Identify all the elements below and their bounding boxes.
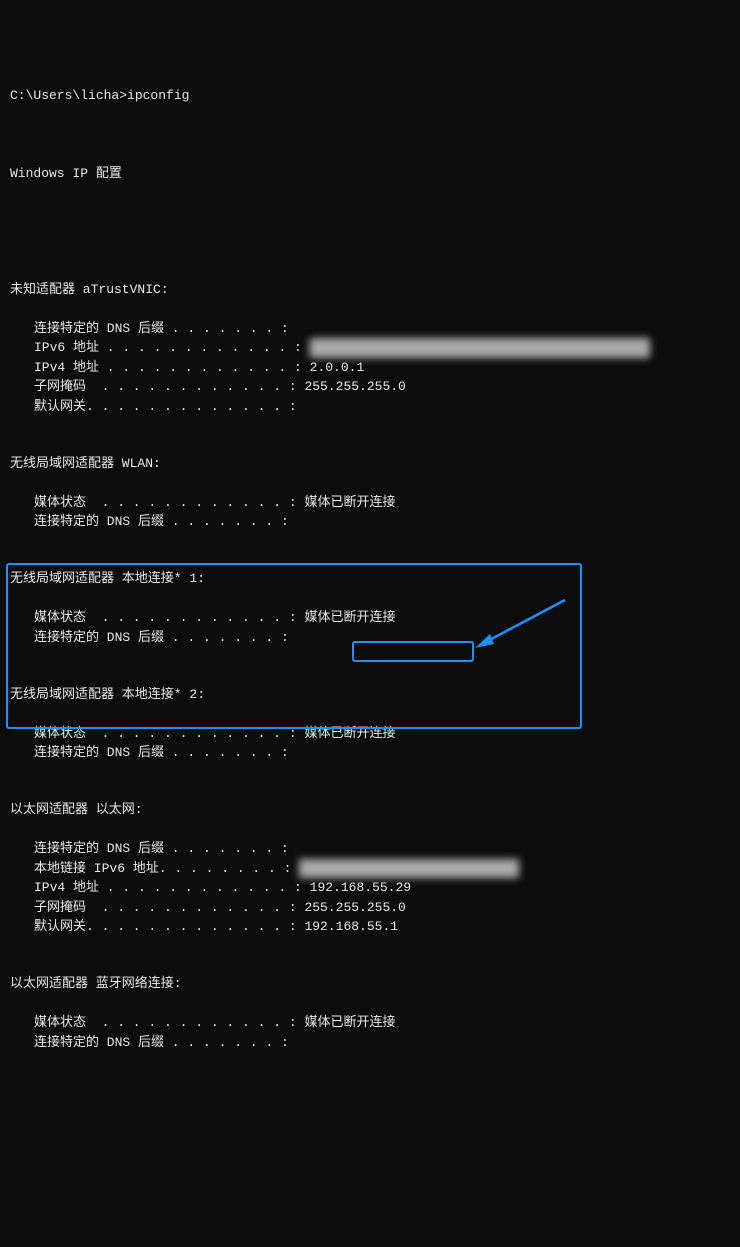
redacted-value: ████ [310,338,650,358]
row-label: 媒体状态 . . . . . . . . . . . . : [34,495,304,510]
adapter-row: 连接特定的 DNS 后缀 . . . . . . . : [10,1033,730,1053]
adapter-row: 媒体状态 . . . . . . . . . . . . : 媒体已断开连接 [10,1013,730,1033]
adapter-row: 默认网关. . . . . . . . . . . . . : 192.168.… [10,917,730,937]
row-value: 媒体已断开连接 [304,726,395,741]
ipconfig-header: Windows IP 配置 [10,164,730,184]
row-label: 媒体状态 . . . . . . . . . . . . : [34,610,304,625]
adapter-row: 连接特定的 DNS 后缀 . . . . . . . : [10,743,730,763]
row-label: IPv4 地址 . . . . . . . . . . . . : [34,360,310,375]
adapters-output: 未知适配器 aTrustVNIC: 连接特定的 DNS 后缀 . . . . . … [10,280,730,1053]
row-label: 默认网关. . . . . . . . . . . . . : [34,399,304,414]
row-label: 连接特定的 DNS 后缀 . . . . . . . : [34,1035,297,1050]
adapter-row: 媒体状态 . . . . . . . . . . . . : 媒体已断开连接 [10,493,730,513]
adapter-row: 媒体状态 . . . . . . . . . . . . : 媒体已断开连接 [10,608,730,628]
row-label: 连接特定的 DNS 后缀 . . . . . . . : [34,841,297,856]
row-label: 连接特定的 DNS 后缀 . . . . . . . : [34,745,297,760]
row-value: 192.168.55.1 [304,919,398,934]
adapter-row: IPv6 地址 . . . . . . . . . . . . : ████ [10,338,730,358]
adapter-row: 连接特定的 DNS 后缀 . . . . . . . : [10,839,730,859]
adapter-row: 媒体状态 . . . . . . . . . . . . : 媒体已断开连接 [10,724,730,744]
row-label: 连接特定的 DNS 后缀 . . . . . . . : [34,630,297,645]
adapter-row: 子网掩码 . . . . . . . . . . . . : 255.255.2… [10,898,730,918]
redacted-value: ████ [299,859,519,879]
row-value: 2.0.0.1 [310,360,365,375]
row-label: 默认网关. . . . . . . . . . . . . : [34,919,304,934]
row-label: 连接特定的 DNS 后缀 . . . . . . . : [34,514,297,529]
adapter-row: IPv4 地址 . . . . . . . . . . . . : 192.16… [10,878,730,898]
row-value: 192.168.55.29 [310,880,411,895]
row-value: 媒体已断开连接 [304,610,395,625]
adapter-row: 连接特定的 DNS 后缀 . . . . . . . : [10,512,730,532]
row-label: 本地链接 IPv6 地址. . . . . . . . : [34,861,299,876]
row-value: 媒体已断开连接 [304,1015,395,1030]
row-label: 媒体状态 . . . . . . . . . . . . : [34,726,304,741]
row-label: 连接特定的 DNS 后缀 . . . . . . . : [34,321,297,336]
adapter-row: 连接特定的 DNS 后缀 . . . . . . . : [10,319,730,339]
adapter-row: 默认网关. . . . . . . . . . . . . : [10,397,730,417]
row-label: 媒体状态 . . . . . . . . . . . . : [34,1015,304,1030]
row-label: IPv4 地址 . . . . . . . . . . . . : [34,880,310,895]
adapter-title: 无线局域网适配器 本地连接* 2: [10,685,730,705]
adapter-row: IPv4 地址 . . . . . . . . . . . . : 2.0.0.… [10,358,730,378]
adapter-row: 子网掩码 . . . . . . . . . . . . : 255.255.2… [10,377,730,397]
adapter-title: 以太网适配器 蓝牙网络连接: [10,974,730,994]
row-value: 255.255.255.0 [304,379,405,394]
adapter-title: 未知适配器 aTrustVNIC: [10,280,730,300]
row-value: 媒体已断开连接 [304,495,395,510]
row-value: 255.255.255.0 [304,900,405,915]
adapter-title: 以太网适配器 以太网: [10,800,730,820]
row-label: 子网掩码 . . . . . . . . . . . . : [34,900,304,915]
row-label: IPv6 地址 . . . . . . . . . . . . : [34,340,310,355]
adapter-title: 无线局域网适配器 本地连接* 1: [10,569,730,589]
adapter-row: 连接特定的 DNS 后缀 . . . . . . . : [10,628,730,648]
row-label: 子网掩码 . . . . . . . . . . . . : [34,379,304,394]
adapter-row: 本地链接 IPv6 地址. . . . . . . . : ████ [10,859,730,879]
command-prompt-line: C:\Users\licha>ipconfig [10,86,730,106]
adapter-title: 无线局域网适配器 WLAN: [10,454,730,474]
